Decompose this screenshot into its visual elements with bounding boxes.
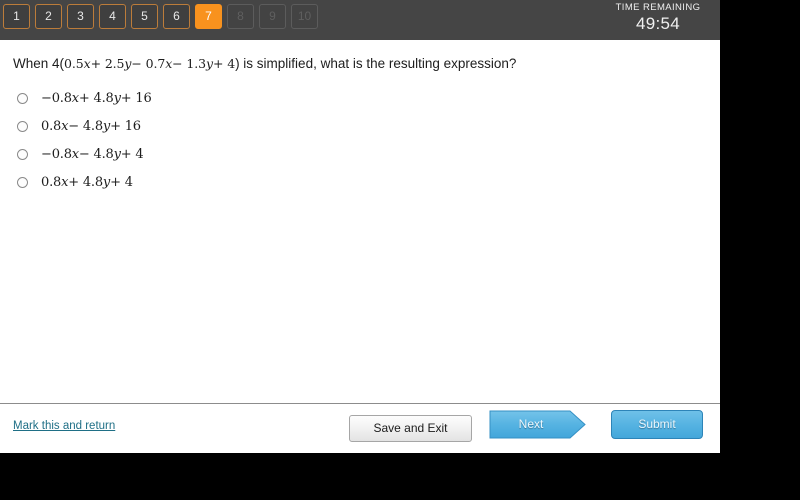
time-remaining-label: TIME REMAINING — [615, 2, 701, 13]
opt-c-coef: −0.8 — [41, 146, 72, 162]
question-nav-button-9: 9 — [259, 4, 286, 29]
time-remaining: TIME REMAINING 49:54 — [598, 1, 718, 34]
opt-a-coef: −0.8 — [41, 90, 72, 106]
opt-a-var-x: x — [71, 90, 79, 106]
expr-op-3: − 1.3 — [172, 56, 206, 71]
expr-var-y2: y — [205, 56, 213, 71]
answer-option-d-text: 0.8x+ 4.8y+ 4 — [41, 175, 133, 190]
question-nav-button-2[interactable]: 2 — [35, 4, 62, 29]
question-body: When 4(0.5x+ 2.5y− 0.7x− 1.3y+ 4) is sim… — [0, 40, 720, 403]
radio-button-a[interactable] — [17, 92, 28, 104]
expr-var-x1: x — [83, 56, 91, 71]
opt-c-var-x: x — [71, 146, 79, 162]
save-and-exit-button[interactable]: Save and Exit — [349, 415, 472, 442]
opt-d-var-y: y — [102, 174, 111, 190]
opt-b-coef: 0.8 — [41, 118, 62, 134]
header-bar: 1 2 3 4 5 6 7 8 9 10 TIME REMAINING 49:5… — [0, 0, 720, 40]
opt-b-var-y: y — [102, 118, 111, 134]
expr-op-2: − 0.7 — [131, 56, 166, 71]
assessment-window: 1 2 3 4 5 6 7 8 9 10 TIME REMAINING 49:5… — [0, 0, 720, 453]
answer-options: −0.8x+ 4.8y+ 16 0.8x− 4.8y+ 16 −0.8x− 4.… — [0, 84, 720, 196]
question-nav-button-10: 10 — [291, 4, 318, 29]
opt-b-const: + 16 — [110, 118, 141, 134]
question-nav-button-1[interactable]: 1 — [3, 4, 30, 29]
answer-option-c-text: −0.8x− 4.8y+ 4 — [41, 146, 144, 162]
submit-button[interactable]: Submit — [611, 410, 703, 439]
opt-a-var-y: y — [113, 90, 121, 106]
question-nav-button-4[interactable]: 4 — [99, 4, 126, 29]
opt-b-op: − 4.8 — [68, 118, 103, 134]
question-nav-button-8: 8 — [227, 4, 254, 29]
expr-op-4: + 4 — [212, 56, 236, 71]
expr-coef-1: 0.5 — [64, 56, 84, 71]
answer-option-a-text: −0.8x+ 4.8y+ 16 — [41, 91, 152, 106]
question-text: When 4(0.5x+ 2.5y− 0.7x− 1.3y+ 4) is sim… — [13, 56, 516, 71]
question-nav-button-3[interactable]: 3 — [67, 4, 94, 29]
radio-button-c[interactable] — [17, 148, 28, 160]
question-expression: 0.5x+ 2.5y− 0.7x− 1.3y+ 4 — [64, 56, 235, 71]
answer-option-d[interactable]: 0.8x+ 4.8y+ 4 — [0, 168, 720, 196]
radio-button-b[interactable] — [17, 120, 28, 132]
opt-d-const: + 4 — [110, 174, 133, 190]
next-button[interactable]: Next — [488, 409, 587, 440]
mark-this-and-return-link[interactable]: Mark this and return — [13, 420, 115, 432]
opt-c-const: + 4 — [120, 146, 144, 162]
answer-option-b-text: 0.8x− 4.8y+ 16 — [41, 119, 141, 134]
question-navigation: 1 2 3 4 5 6 7 8 9 10 — [3, 4, 318, 29]
opt-d-coef: 0.8 — [41, 174, 62, 190]
question-nav-button-6[interactable]: 6 — [163, 4, 190, 29]
opt-d-op: + 4.8 — [68, 174, 103, 190]
expr-op-1: + 2.5 — [90, 56, 125, 71]
radio-button-d[interactable] — [17, 176, 28, 188]
question-suffix: ) is simplified, what is the resulting e… — [235, 56, 517, 71]
opt-a-const: + 16 — [120, 90, 152, 106]
answer-option-a[interactable]: −0.8x+ 4.8y+ 16 — [0, 84, 720, 112]
question-nav-button-7[interactable]: 7 — [195, 4, 222, 29]
opt-a-op: + 4.8 — [78, 90, 114, 106]
answer-option-c[interactable]: −0.8x− 4.8y+ 4 — [0, 140, 720, 168]
time-remaining-value: 49:54 — [635, 14, 681, 33]
question-nav-button-5[interactable]: 5 — [131, 4, 158, 29]
answer-option-b[interactable]: 0.8x− 4.8y+ 16 — [0, 112, 720, 140]
next-arrow-icon — [489, 410, 586, 439]
question-prefix: When 4( — [13, 56, 65, 71]
opt-c-var-y: y — [113, 146, 121, 162]
opt-c-op: − 4.8 — [78, 146, 114, 162]
